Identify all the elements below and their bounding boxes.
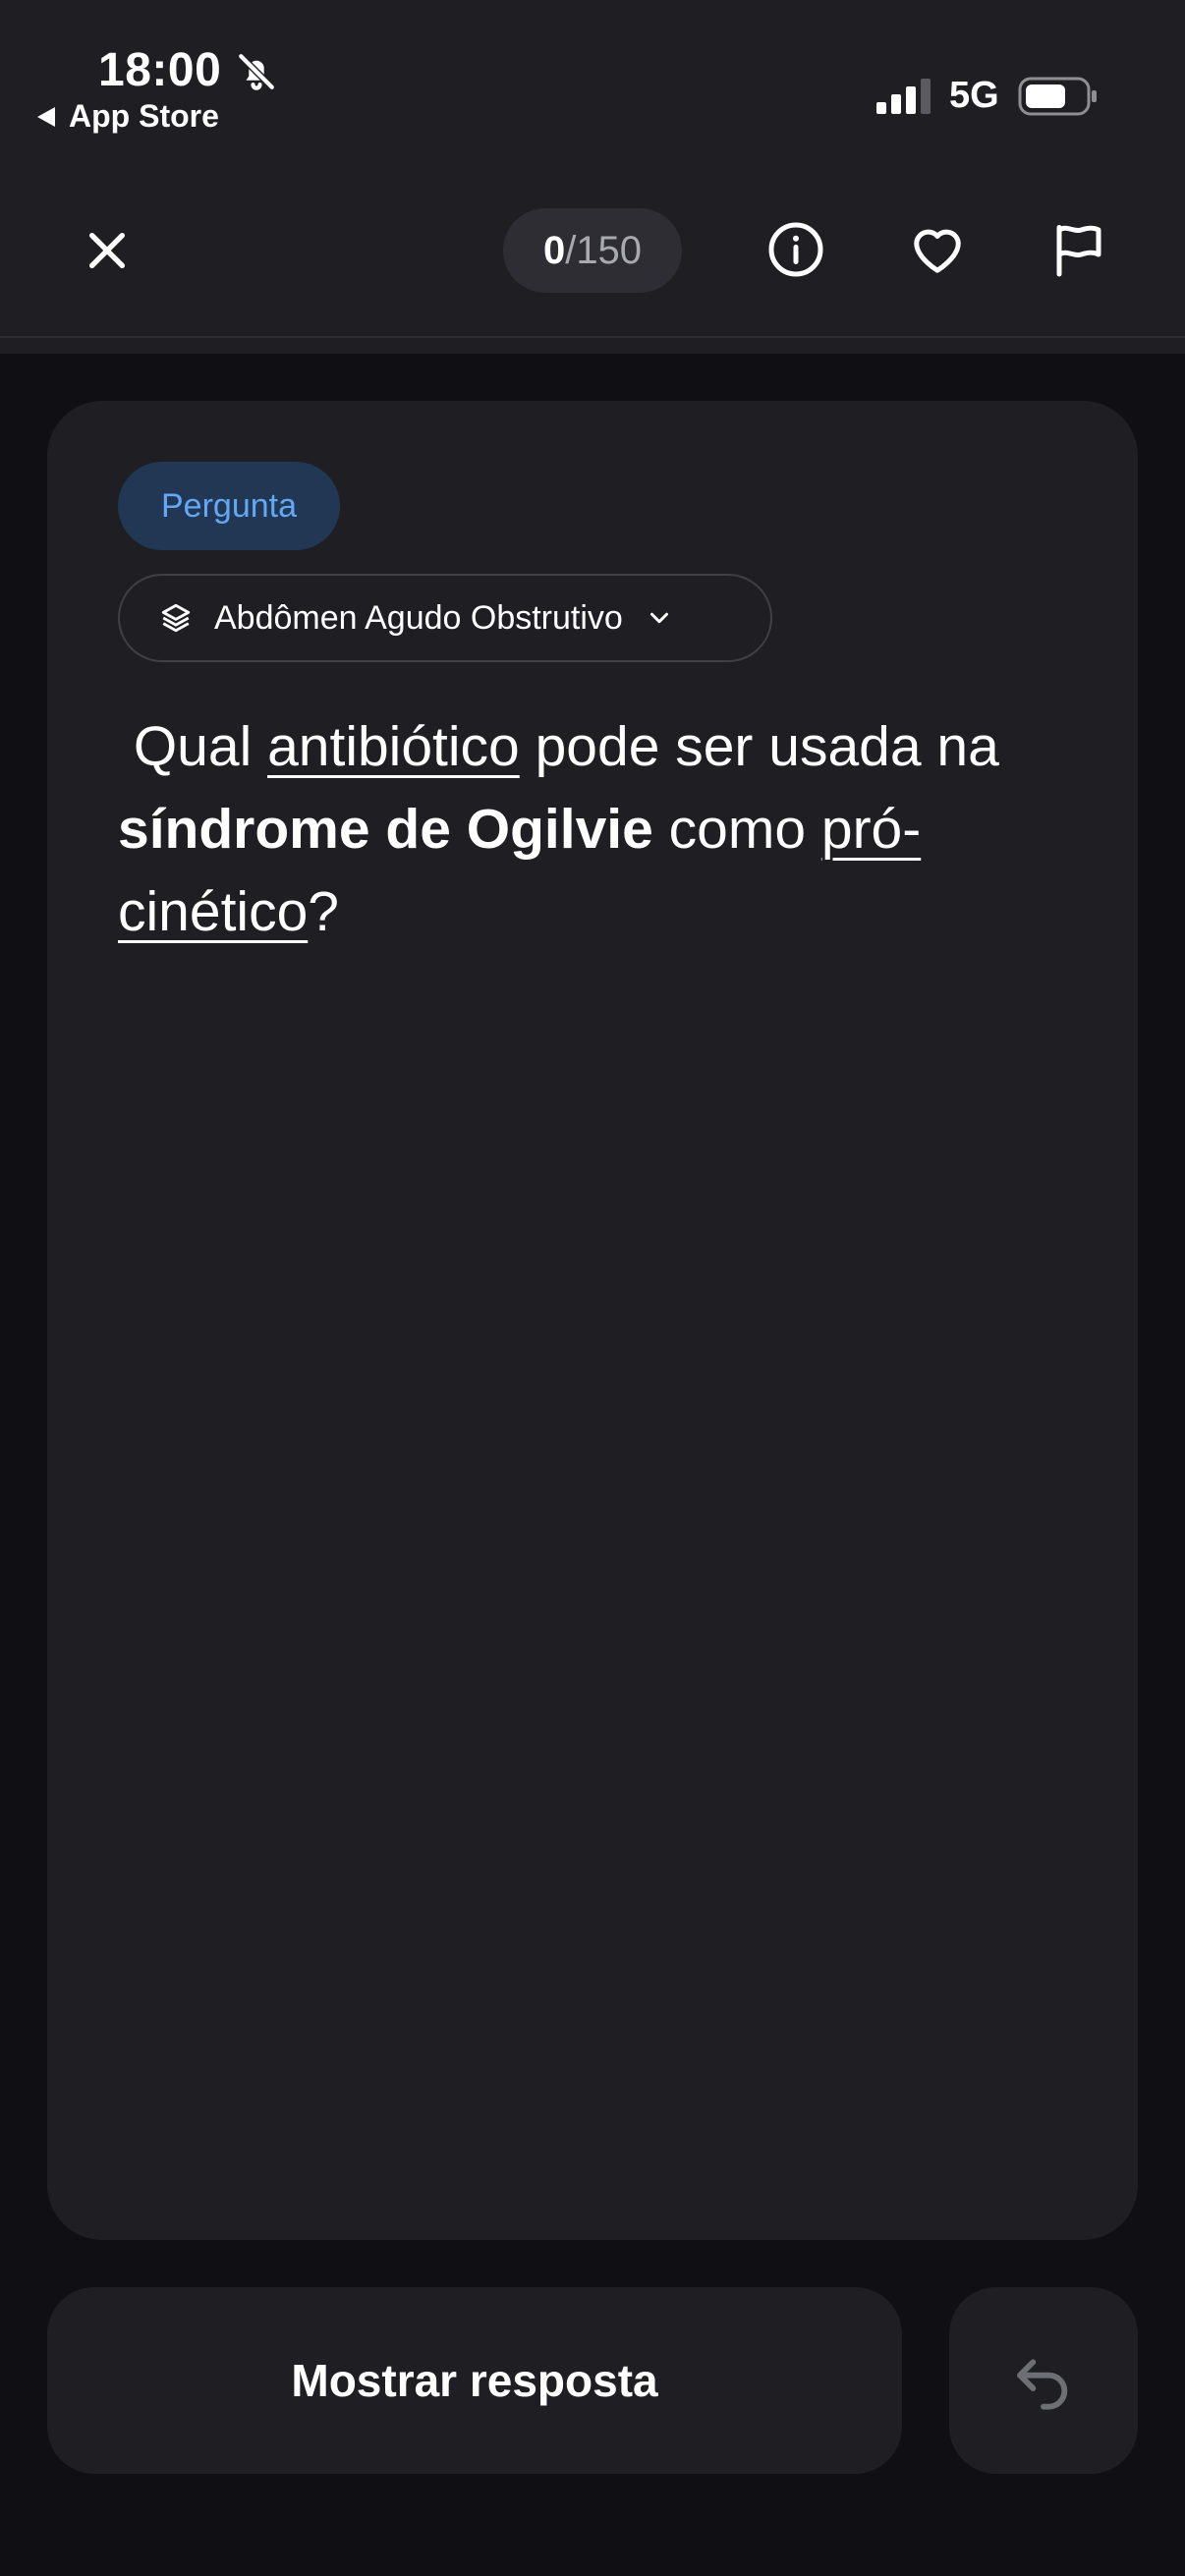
counter-total: 150 <box>576 228 643 272</box>
question-keyword: síndrome de Ogilvie <box>118 798 653 861</box>
status-time: 18:00 <box>98 44 222 96</box>
back-label: App Store <box>69 98 219 134</box>
question-part: pode ser usada na <box>519 715 999 778</box>
show-answer-button[interactable]: Mostrar resposta <box>47 2287 902 2474</box>
top-divider <box>0 336 1185 338</box>
info-button[interactable] <box>764 218 827 281</box>
question-part: como <box>652 798 821 861</box>
close-icon <box>88 232 126 269</box>
question-part: Qual <box>118 715 268 778</box>
network-type: 5G <box>949 75 999 116</box>
question-part: ? <box>308 880 339 943</box>
back-triangle-icon <box>37 106 55 127</box>
question-term-link[interactable]: antibiótico <box>267 715 520 778</box>
flag-icon <box>1056 225 1101 277</box>
signal-icon <box>876 79 931 114</box>
close-button[interactable] <box>77 220 138 281</box>
back-to-app-store[interactable]: App Store <box>35 98 219 135</box>
report-button[interactable] <box>1047 218 1110 281</box>
undo-button[interactable] <box>949 2287 1138 2474</box>
counter-separator: / <box>565 228 577 272</box>
topic-selector[interactable]: Abdômen Agudo Obstrutivo <box>118 574 772 662</box>
layers-icon <box>161 603 191 633</box>
counter-current: 0 <box>542 228 566 272</box>
info-icon <box>768 222 823 277</box>
undo-icon <box>1017 2359 1068 2410</box>
question-text: Qual antibiótico pode ser usada na síndr… <box>118 705 1100 953</box>
heart-icon <box>914 229 961 273</box>
topic-label: Abdômen Agudo Obstrutivo <box>214 598 623 637</box>
chevron-down-icon <box>649 612 668 624</box>
battery-icon <box>1018 77 1097 116</box>
progress-counter: 0/150 <box>503 208 682 293</box>
bell-slash-icon <box>237 52 276 91</box>
flashcard: Pergunta Abdômen Agudo Obstrutivo Qual a… <box>47 401 1138 2240</box>
card-type-badge: Pergunta <box>118 462 340 550</box>
favorite-button[interactable] <box>906 218 969 281</box>
